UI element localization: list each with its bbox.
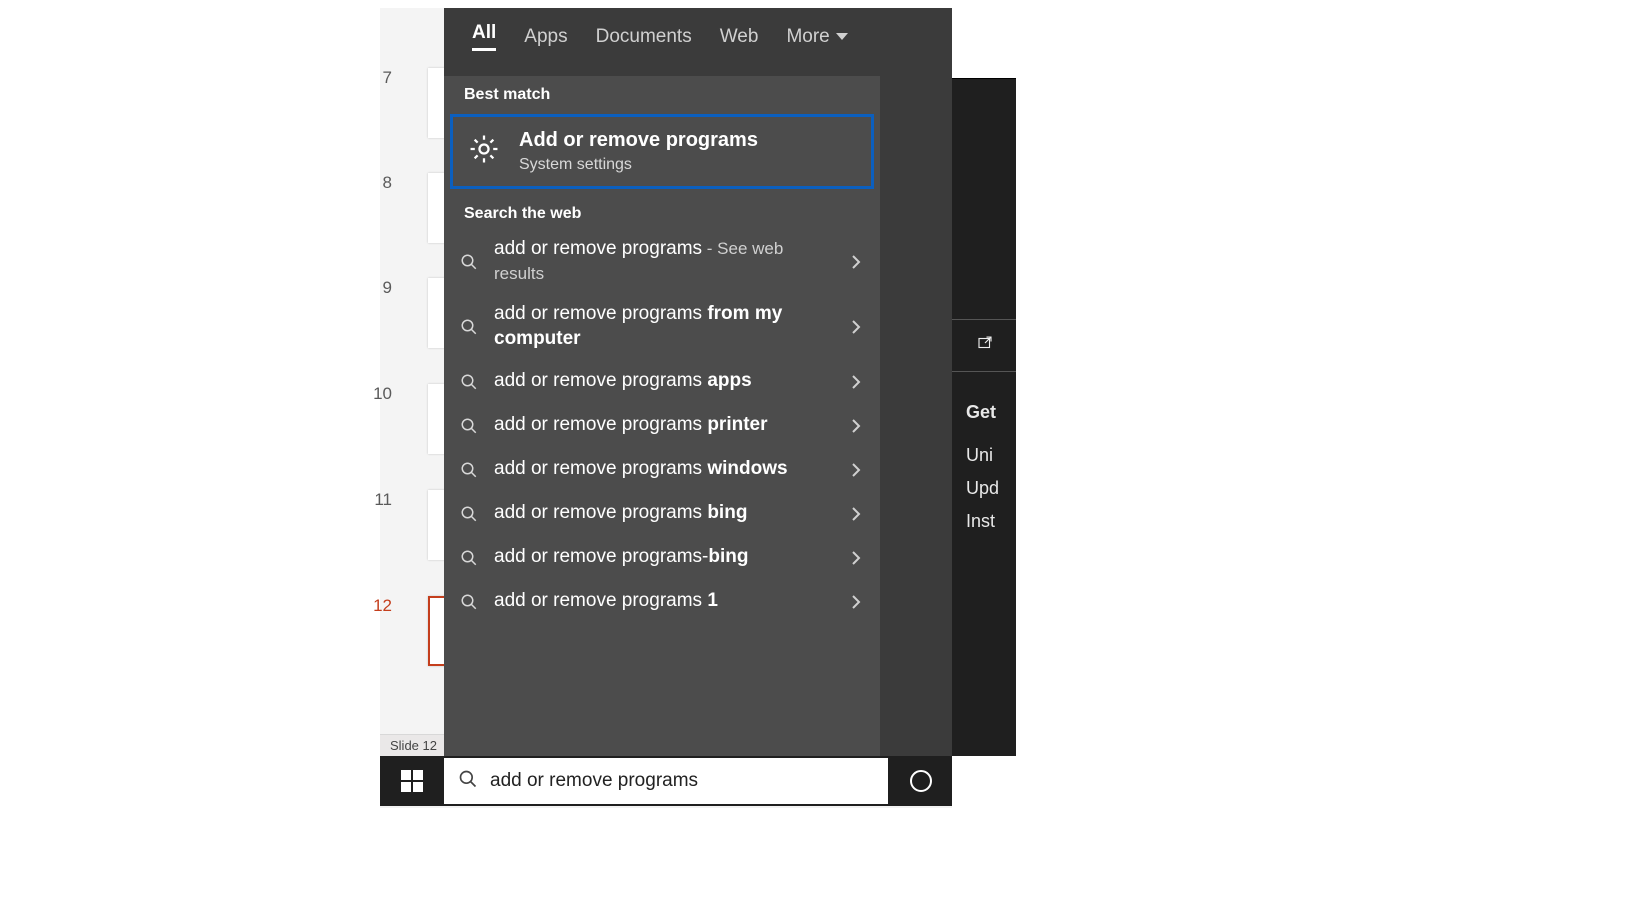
web-result-text: add or remove programs from my computer bbox=[494, 302, 834, 351]
tab-more[interactable]: More bbox=[786, 26, 847, 48]
best-match-subtitle: System settings bbox=[519, 156, 758, 174]
detail-link[interactable]: Upd bbox=[952, 472, 1016, 505]
tab-web[interactable]: Web bbox=[720, 26, 759, 48]
slide-number: 10 bbox=[373, 384, 392, 404]
chevron-right-icon[interactable] bbox=[848, 374, 864, 390]
detail-link[interactable]: Inst bbox=[952, 505, 1016, 538]
tab-apps[interactable]: Apps bbox=[524, 26, 567, 48]
open-icon[interactable] bbox=[952, 320, 1016, 371]
slide-number: 12 bbox=[373, 596, 392, 616]
chevron-right-icon[interactable] bbox=[848, 319, 864, 335]
search-icon bbox=[458, 461, 480, 479]
search-input[interactable] bbox=[490, 770, 874, 792]
chevron-right-icon[interactable] bbox=[848, 462, 864, 478]
web-result-text: add or remove programs - See web results bbox=[494, 237, 834, 286]
detail-heading: Get bbox=[952, 396, 1016, 429]
chevron-right-icon[interactable] bbox=[848, 594, 864, 610]
web-result[interactable]: add or remove programs windows bbox=[444, 448, 880, 492]
search-icon bbox=[458, 549, 480, 567]
web-result[interactable]: add or remove programs from my computer bbox=[444, 294, 880, 359]
tab-more-label: More bbox=[786, 26, 829, 48]
web-result[interactable]: add or remove programs printer bbox=[444, 404, 880, 448]
detail-link[interactable]: Uni bbox=[952, 439, 1016, 472]
search-icon bbox=[458, 505, 480, 523]
search-results-panel: Best match Add or remove programs System… bbox=[444, 76, 880, 756]
detail-pane-peek: Get Uni Upd Inst bbox=[952, 78, 1016, 756]
best-match-heading: Best match bbox=[444, 76, 880, 110]
chevron-right-icon[interactable] bbox=[848, 550, 864, 566]
search-icon bbox=[458, 593, 480, 611]
search-icon bbox=[458, 318, 480, 336]
windows-logo-icon bbox=[401, 770, 423, 792]
chevron-right-icon[interactable] bbox=[848, 254, 864, 270]
web-result-text: add or remove programs 1 bbox=[494, 589, 834, 614]
web-result[interactable]: add or remove programs - See web results bbox=[444, 229, 880, 294]
web-result[interactable]: add or remove programs bing bbox=[444, 492, 880, 536]
best-match-result[interactable]: Add or remove programs System settings bbox=[450, 114, 874, 189]
cortana-icon bbox=[910, 770, 932, 792]
slide-thumbnail-strip: 7 8 9 10 11 12 bbox=[380, 8, 444, 738]
start-button[interactable] bbox=[380, 756, 444, 806]
slide-number: 11 bbox=[374, 490, 392, 510]
slide-number: 7 bbox=[383, 68, 392, 88]
web-result-text: add or remove programs apps bbox=[494, 369, 834, 394]
taskbar-search-box[interactable] bbox=[444, 758, 888, 804]
chevron-down-icon bbox=[836, 33, 848, 40]
search-icon bbox=[458, 373, 480, 391]
web-result-text: add or remove programs bing bbox=[494, 501, 834, 526]
web-result[interactable]: add or remove programs 1 bbox=[444, 580, 880, 624]
chevron-right-icon[interactable] bbox=[848, 418, 864, 434]
windows-search-popup: All Apps Documents Web More Best match A… bbox=[444, 8, 952, 756]
tab-documents[interactable]: Documents bbox=[596, 26, 692, 48]
tab-all[interactable]: All bbox=[472, 22, 496, 51]
web-result[interactable]: add or remove programs-bing bbox=[444, 536, 880, 580]
chevron-right-icon[interactable] bbox=[848, 506, 864, 522]
web-result-text: add or remove programs printer bbox=[494, 413, 834, 438]
status-bar-slide-indicator: Slide 12 bbox=[380, 734, 444, 756]
cortana-button[interactable] bbox=[890, 756, 952, 806]
search-icon bbox=[458, 769, 478, 794]
taskbar bbox=[380, 756, 952, 806]
slide-number: 8 bbox=[383, 173, 392, 193]
web-result[interactable]: add or remove programs apps bbox=[444, 360, 880, 404]
slide-number: 9 bbox=[383, 278, 392, 298]
search-icon bbox=[458, 417, 480, 435]
web-result-text: add or remove programs-bing bbox=[494, 545, 834, 570]
search-icon bbox=[458, 253, 480, 271]
gear-icon bbox=[467, 132, 501, 171]
best-match-title: Add or remove programs bbox=[519, 129, 758, 152]
search-filter-tabs: All Apps Documents Web More bbox=[444, 8, 952, 69]
search-the-web-heading: Search the web bbox=[444, 195, 880, 229]
web-result-text: add or remove programs windows bbox=[494, 457, 834, 482]
